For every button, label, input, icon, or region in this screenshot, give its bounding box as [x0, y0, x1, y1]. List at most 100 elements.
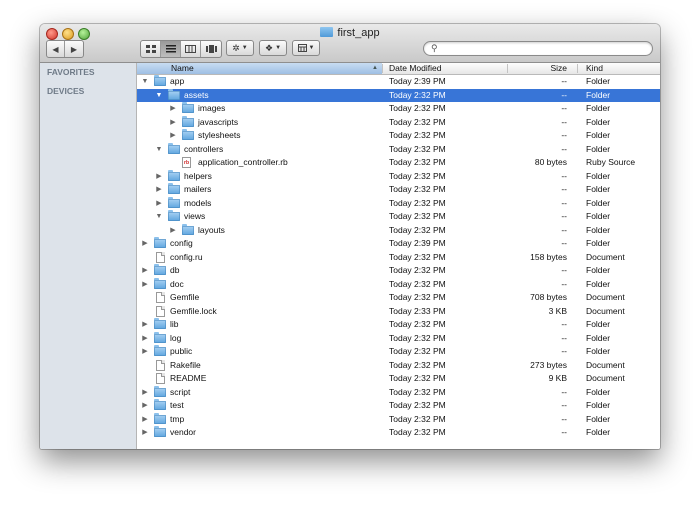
file-row[interactable]: Gemfile Today 2:32 PM 708 bytes Document	[137, 291, 660, 305]
disclosure-closed-icon[interactable]: ▶	[169, 117, 177, 129]
file-size: --	[561, 116, 567, 127]
arrange-menu-button[interactable]: ▼	[292, 40, 320, 56]
disclosure-open-icon[interactable]: ▼	[155, 144, 163, 156]
file-row[interactable]: ▶ helpers Today 2:32 PM -- Folder	[137, 169, 660, 184]
file-row[interactable]: Gemfile.lock Today 2:33 PM 3 KB Document	[137, 305, 660, 319]
file-size: 158 bytes	[530, 251, 567, 262]
file-row[interactable]: ▼ controllers Today 2:32 PM -- Folder	[137, 142, 660, 157]
file-row[interactable]: ▶ tmp Today 2:32 PM -- Folder	[137, 412, 660, 427]
folder-icon	[154, 426, 166, 437]
file-row[interactable]: README Today 2:32 PM 9 KB Document	[137, 372, 660, 386]
action-menu-button[interactable]: ✲ ▼	[226, 40, 254, 56]
file-row[interactable]: ▶ config Today 2:39 PM -- Folder	[137, 237, 660, 251]
file-name: Gemfile	[170, 292, 200, 302]
file-name: config	[170, 238, 193, 248]
file-row[interactable]: ▼ views Today 2:32 PM -- Folder	[137, 210, 660, 224]
file-size: --	[561, 278, 567, 289]
file-name: log	[170, 332, 182, 343]
disclosure-closed-icon[interactable]: ▶	[141, 333, 149, 345]
file-size: --	[561, 184, 567, 194]
file-name: Gemfile.lock	[170, 305, 217, 316]
file-size: --	[561, 265, 567, 275]
disclosure-open-icon[interactable]: ▼	[141, 76, 149, 88]
folder-icon	[168, 210, 180, 221]
column-view-button[interactable]	[181, 41, 201, 57]
file-name: models	[184, 197, 212, 208]
file-row[interactable]: ▶ mailers Today 2:32 PM -- Folder	[137, 183, 660, 197]
disclosure-closed-icon[interactable]: ▶	[169, 130, 177, 142]
disclosure-closed-icon[interactable]: ▶	[141, 319, 149, 331]
file-row[interactable]: ▶ lib Today 2:32 PM -- Folder	[137, 318, 660, 332]
file-size: --	[561, 238, 567, 248]
file-size: --	[561, 197, 567, 208]
column-header-kind[interactable]: Kind	[586, 63, 656, 74]
sidebar-heading-devices[interactable]: DEVICES	[47, 86, 84, 96]
disclosure-closed-icon[interactable]: ▶	[141, 238, 149, 250]
folder-icon	[182, 102, 194, 113]
disclosure-closed-icon[interactable]: ▶	[169, 103, 177, 115]
file-row[interactable]: ▶ vendor Today 2:32 PM -- Folder	[137, 426, 660, 440]
file-row[interactable]: ▶ doc Today 2:32 PM -- Folder	[137, 277, 660, 292]
file-row[interactable]: ▶ stylesheets Today 2:32 PM -- Folder	[137, 129, 660, 143]
file-row[interactable]: ▶ db Today 2:32 PM -- Folder	[137, 264, 660, 278]
back-button[interactable]: ◀	[47, 41, 65, 57]
disclosure-closed-icon[interactable]: ▶	[141, 265, 149, 277]
file-rows: ▼ app Today 2:39 PM -- Folder ▼ assets Today 2:…	[137, 75, 660, 440]
file-size: --	[561, 130, 567, 140]
file-row[interactable]: ▼ app Today 2:39 PM -- Folder	[137, 75, 660, 89]
file-kind: Folder	[586, 197, 611, 208]
file-date-modified: Today 2:32 PM	[389, 346, 446, 356]
disclosure-open-icon[interactable]: ▼	[155, 90, 163, 102]
disclosure-closed-icon[interactable]: ▶	[141, 346, 149, 358]
disclosure-closed-icon[interactable]: ▶	[155, 184, 163, 196]
file-row[interactable]: ▶ javascripts Today 2:32 PM -- Folder	[137, 115, 660, 130]
file-size: --	[561, 346, 567, 356]
disclosure-closed-icon[interactable]: ▶	[155, 198, 163, 210]
column-header-name[interactable]: Name ▲	[137, 63, 382, 74]
file-name: config.ru	[170, 251, 203, 262]
file-row[interactable]: ▶ models Today 2:32 PM -- Folder	[137, 196, 660, 211]
file-row[interactable]: rb application_controller.rb Today 2:32 PM…	[137, 156, 660, 170]
file-size: --	[561, 224, 567, 235]
column-header-size[interactable]: Size	[507, 63, 567, 74]
file-row[interactable]: config.ru Today 2:32 PM 158 bytes Document	[137, 251, 660, 265]
disclosure-closed-icon[interactable]: ▶	[141, 427, 149, 439]
coverflow-view-button[interactable]	[201, 41, 221, 57]
disclosure-open-icon[interactable]: ▼	[155, 211, 163, 223]
file-row[interactable]: ▼ assets Today 2:32 PM -- Folder	[137, 88, 660, 102]
forward-button[interactable]: ▶	[65, 41, 83, 57]
disclosure-closed-icon[interactable]: ▶	[141, 387, 149, 399]
disclosure-closed-icon[interactable]: ▶	[169, 225, 177, 237]
sidebar-heading-favorites[interactable]: FAVORITES	[47, 67, 95, 77]
dropbox-menu-button[interactable]: ❖ ▼	[259, 40, 287, 56]
gear-icon: ✲	[232, 42, 240, 53]
file-date-modified: Today 2:32 PM	[389, 278, 446, 289]
disclosure-closed-icon[interactable]: ▶	[141, 400, 149, 412]
sort-ascending-icon: ▲	[372, 65, 378, 71]
file-size: 80 bytes	[534, 157, 567, 167]
list-view-button[interactable]	[161, 41, 181, 57]
file-row[interactable]: ▶ public Today 2:32 PM -- Folder	[137, 345, 660, 359]
column-header-date[interactable]: Date Modified	[389, 63, 507, 74]
sidebar: FAVORITES DEVICES	[40, 63, 137, 449]
search-field[interactable]: ⚲	[423, 41, 653, 56]
disclosure-closed-icon[interactable]: ▶	[141, 414, 149, 426]
disclosure-closed-icon[interactable]: ▶	[141, 279, 149, 291]
file-kind: Document	[586, 359, 625, 370]
file-name: README	[170, 373, 207, 383]
file-size: --	[561, 319, 567, 329]
file-row[interactable]: ▶ test Today 2:32 PM -- Folder	[137, 399, 660, 413]
folder-icon	[154, 399, 166, 410]
file-row[interactable]: ▶ script Today 2:32 PM -- Folder	[137, 385, 660, 400]
file-kind: Folder	[586, 89, 611, 100]
file-row[interactable]: Rakefile Today 2:32 PM 273 bytes Document	[137, 359, 660, 373]
file-row[interactable]: ▶ layouts Today 2:32 PM -- Folder	[137, 223, 660, 238]
search-input[interactable]	[442, 42, 642, 54]
list-view-icon	[165, 45, 176, 53]
file-row[interactable]: ▶ log Today 2:32 PM -- Folder	[137, 331, 660, 346]
disclosure-closed-icon[interactable]: ▶	[155, 171, 163, 183]
folder-icon	[154, 385, 166, 397]
file-row[interactable]: ▶ images Today 2:32 PM -- Folder	[137, 102, 660, 116]
file-kind: Folder	[586, 413, 611, 424]
icon-view-button[interactable]	[141, 41, 161, 57]
